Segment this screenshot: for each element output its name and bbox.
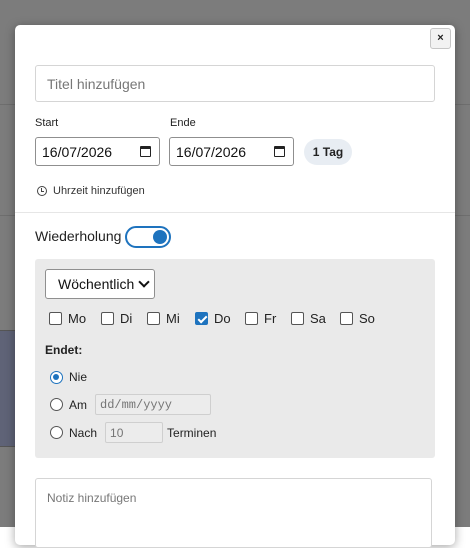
occurrence-suffix: Terminen — [167, 425, 217, 440]
weekday-label: Di — [120, 311, 133, 326]
calendar-icon[interactable] — [274, 146, 285, 157]
end-after-label: Nach — [69, 425, 98, 440]
chevron-down-icon — [138, 276, 150, 288]
weekday-checkbox[interactable] — [147, 312, 160, 325]
end-never-radio[interactable] — [50, 370, 63, 384]
weekday-checkbox[interactable] — [195, 312, 208, 325]
weekday-di[interactable]: Di — [101, 311, 132, 326]
end-on-label: Am — [69, 397, 87, 412]
end-date-input[interactable]: 16/07/2026 — [169, 137, 294, 166]
weekday-checkbox[interactable] — [101, 312, 114, 325]
toggle-knob — [153, 230, 167, 244]
end-date-input[interactable] — [95, 394, 211, 415]
close-button[interactable]: × — [430, 28, 451, 49]
add-time-link[interactable]: Uhrzeit hinzufügen — [37, 185, 145, 197]
duration-badge: 1 Tag — [304, 139, 352, 165]
occurrence-count-input[interactable] — [105, 422, 164, 443]
weekday-checkbox[interactable] — [291, 312, 304, 325]
weekday-selector: Mo Di Mi Do Fr Sa So — [49, 311, 429, 327]
weekday-label: So — [359, 311, 375, 326]
weekday-label: Sa — [310, 311, 326, 326]
background-panel — [0, 330, 16, 447]
end-label: Ende — [170, 117, 196, 129]
weekday-fr[interactable]: Fr — [245, 311, 276, 326]
frequency-value: Wöchentlich — [58, 276, 135, 292]
weekday-label: Do — [214, 311, 231, 326]
recurrence-panel: Wöchentlich Mo Di Mi Do Fr Sa So Endet: … — [35, 259, 435, 458]
weekday-do[interactable]: Do — [195, 311, 231, 326]
weekday-checkbox[interactable] — [245, 312, 258, 325]
weekday-mo[interactable]: Mo — [49, 311, 86, 326]
end-never-label: Nie — [69, 370, 88, 384]
note-input[interactable] — [35, 478, 432, 548]
calendar-icon[interactable] — [140, 146, 151, 157]
weekday-label: Mo — [68, 311, 87, 326]
weekday-so[interactable]: So — [340, 311, 375, 326]
close-icon: × — [437, 32, 444, 44]
end-after-radio[interactable] — [50, 426, 63, 439]
recurrence-label: Wiederholung — [35, 228, 122, 244]
ends-label: Endet: — [45, 343, 83, 357]
start-date-input[interactable]: 16/07/2026 — [35, 137, 160, 166]
frequency-select[interactable]: Wöchentlich — [45, 269, 155, 299]
end-date-value: 16/07/2026 — [176, 143, 247, 160]
end-on-radio[interactable] — [50, 398, 63, 411]
weekday-sa[interactable]: Sa — [291, 311, 326, 326]
start-label: Start — [35, 117, 59, 129]
weekday-checkbox[interactable] — [49, 312, 62, 325]
weekday-label: Fr — [264, 311, 277, 326]
weekday-checkbox[interactable] — [340, 312, 353, 325]
event-modal: × Start Ende 16/07/2026 16/07/2026 1 Tag… — [15, 25, 455, 548]
end-option-never[interactable]: Nie — [50, 370, 87, 384]
end-option-after[interactable]: Nach Terminen — [50, 422, 216, 443]
start-date-value: 16/07/2026 — [42, 143, 113, 160]
end-option-on-date[interactable]: Am — [50, 394, 211, 415]
title-input[interactable] — [35, 65, 435, 102]
clock-icon — [37, 186, 47, 196]
add-time-label: Uhrzeit hinzufügen — [53, 185, 145, 197]
weekday-label: Mi — [166, 311, 180, 326]
recurrence-toggle[interactable] — [125, 226, 171, 248]
weekday-mi[interactable]: Mi — [147, 311, 180, 326]
section-divider — [15, 212, 455, 213]
